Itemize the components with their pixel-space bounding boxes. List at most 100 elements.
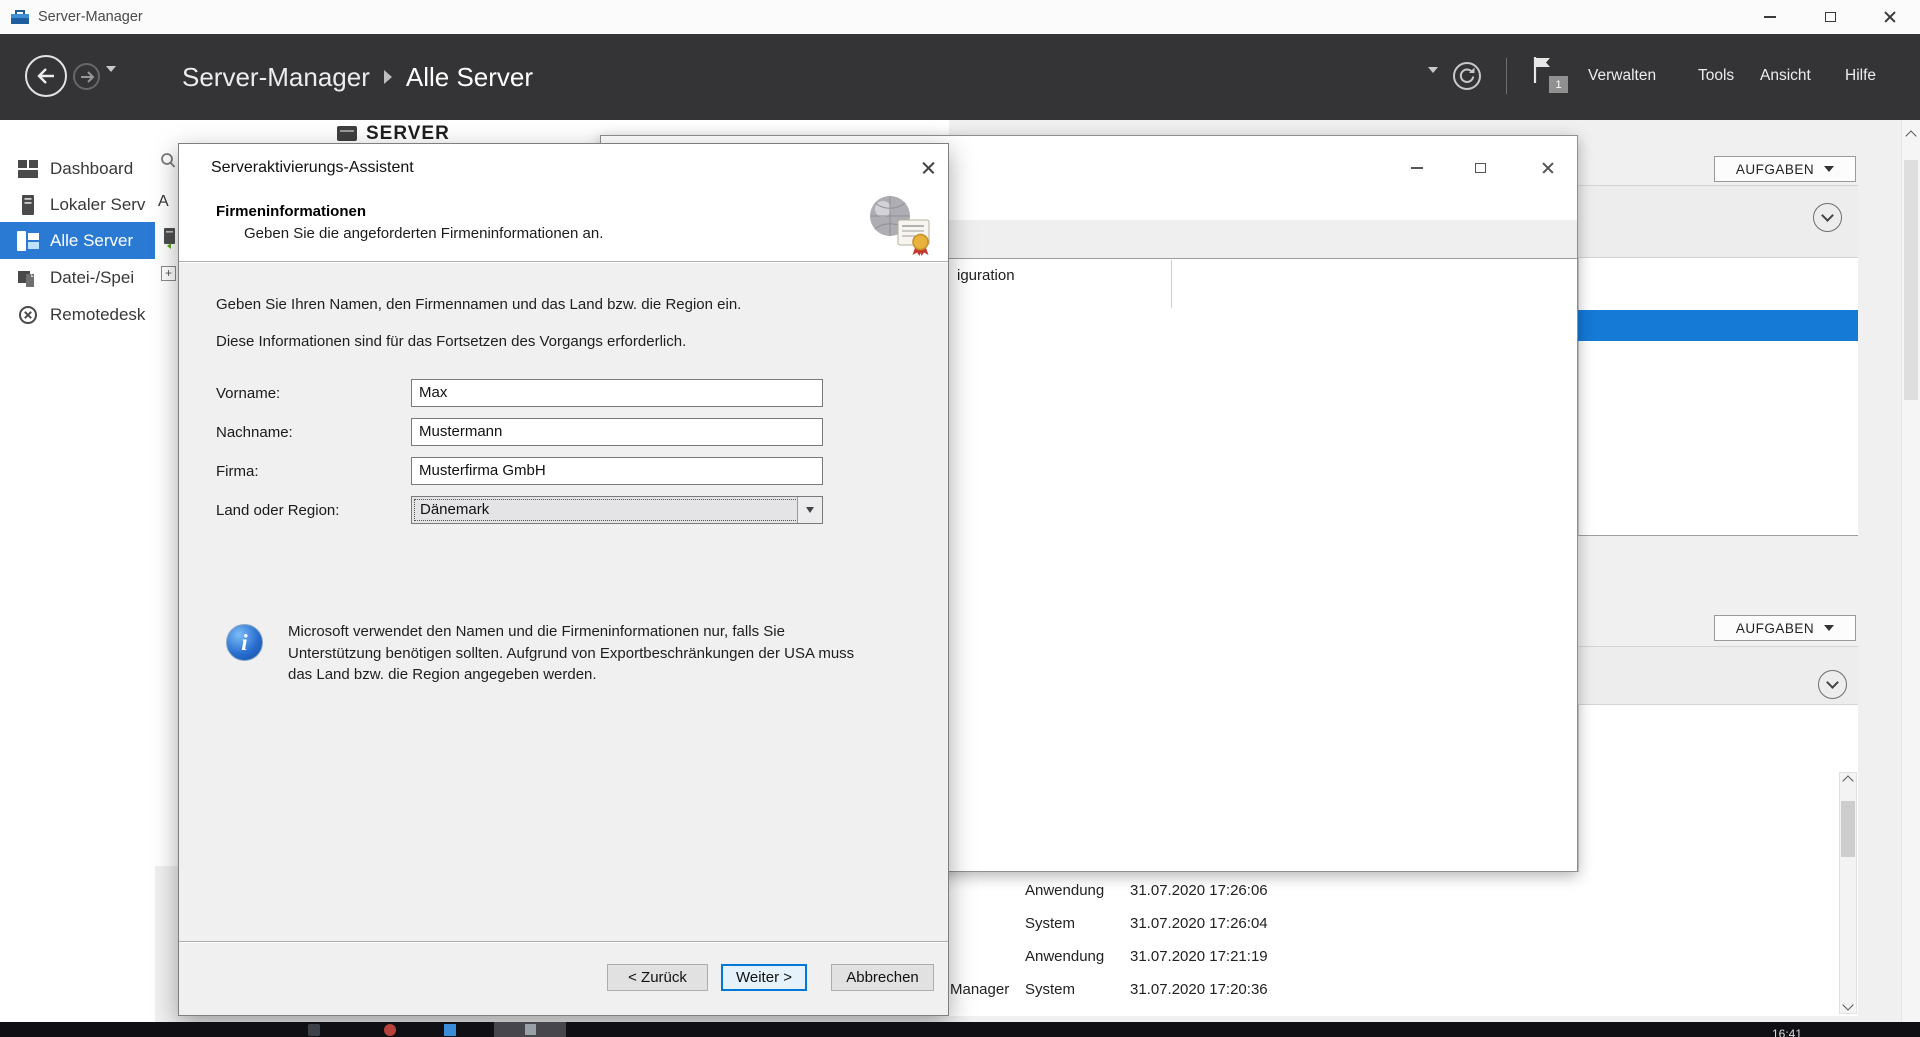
sidebar-item-datei-speicherdienste[interactable]: Datei-/Spei bbox=[0, 259, 155, 296]
lastname-label: Nachname: bbox=[216, 424, 293, 441]
dialog-subheading: Geben Sie die angeforderten Firmeninform… bbox=[244, 225, 603, 242]
menu-ansicht[interactable]: Ansicht bbox=[1760, 66, 1811, 86]
scroll-up-button[interactable] bbox=[1902, 120, 1920, 140]
menu-tools[interactable]: Tools bbox=[1698, 66, 1734, 86]
sidebar-item-label: Lokaler Serv bbox=[50, 195, 145, 215]
scrollbar-thumb[interactable] bbox=[1904, 160, 1918, 400]
minimize-icon bbox=[1764, 16, 1776, 18]
header-dropdown-caret[interactable] bbox=[1428, 73, 1438, 91]
menu-hilfe[interactable]: Hilfe bbox=[1845, 66, 1876, 86]
nav-history-dropdown[interactable] bbox=[106, 72, 116, 90]
info-icon: i bbox=[226, 624, 263, 661]
event-timestamp: 31.07.2020 17:21:19 bbox=[1130, 948, 1268, 966]
scroll-down-button[interactable] bbox=[1840, 1001, 1856, 1013]
sidebar-item-alle-server[interactable]: Alle Server bbox=[0, 222, 155, 259]
server-section-heading: SERVER bbox=[366, 123, 450, 143]
scroll-up-button[interactable] bbox=[1840, 773, 1856, 785]
maximize-button[interactable] bbox=[1800, 0, 1860, 34]
event-source: System bbox=[1025, 915, 1075, 933]
sidebar-item-label: Remotedesk bbox=[50, 305, 145, 325]
maximize-icon bbox=[1825, 12, 1836, 22]
main-scrollbar[interactable] bbox=[1901, 120, 1920, 1022]
dialog-heading: Firmeninformationen bbox=[216, 203, 366, 220]
sidebar-item-label: Alle Server bbox=[50, 231, 133, 251]
cancel-button[interactable]: Abbrechen bbox=[831, 964, 934, 991]
country-selected-value: Dänemark bbox=[412, 501, 489, 518]
refresh-button[interactable] bbox=[1452, 61, 1482, 96]
info-text-line: das Land bzw. die Region angegeben werde… bbox=[288, 664, 888, 686]
forward-button[interactable] bbox=[73, 63, 100, 90]
sidebar-item-label: Dashboard bbox=[50, 159, 133, 179]
tasks-button-upper[interactable]: AUFGABEN bbox=[1714, 156, 1856, 182]
close-button[interactable] bbox=[1860, 0, 1920, 34]
maximize-icon bbox=[1475, 163, 1486, 173]
lastname-field[interactable]: Mustermann bbox=[411, 418, 823, 446]
column-header-fragment: iguration bbox=[957, 267, 1015, 284]
os-titlebar: Server-Manager bbox=[0, 0, 1920, 34]
taskbar-app-icon[interactable] bbox=[308, 1024, 320, 1036]
taskbar-app-icon[interactable] bbox=[444, 1024, 456, 1036]
selected-server-row[interactable] bbox=[1578, 310, 1858, 341]
column-divider bbox=[1171, 260, 1172, 308]
info-text-line: Microsoft verwendet den Namen und die Fi… bbox=[288, 621, 888, 643]
taskbar-app-icon bbox=[525, 1024, 536, 1035]
scrollbar-thumb[interactable] bbox=[1841, 801, 1855, 857]
screen: Server-Manager Server-Manager Alle Serve… bbox=[0, 0, 1920, 1037]
taskbar bbox=[0, 1022, 1920, 1037]
event-prefix: Manager bbox=[950, 981, 1009, 999]
minimize-button[interactable] bbox=[1740, 0, 1800, 34]
events-scrollbar[interactable] bbox=[1839, 772, 1857, 1014]
collapse-button[interactable] bbox=[1813, 203, 1842, 232]
minimize-button[interactable] bbox=[1400, 154, 1434, 182]
sidebar-item-dashboard[interactable]: Dashboard bbox=[0, 150, 155, 187]
sidebar-item-lokaler-server[interactable]: Lokaler Serv bbox=[0, 186, 155, 223]
events-panel-right bbox=[1578, 705, 1858, 872]
collapse-button[interactable] bbox=[1818, 670, 1847, 699]
close-button[interactable] bbox=[1531, 154, 1565, 182]
back-button[interactable] bbox=[25, 55, 67, 97]
chevron-down-icon bbox=[1824, 625, 1834, 631]
breadcrumb-root[interactable]: Server-Manager bbox=[182, 62, 370, 93]
header-separator bbox=[179, 261, 948, 263]
breadcrumb-current[interactable]: Alle Server bbox=[406, 62, 533, 93]
event-timestamp: 31.07.2020 17:20:36 bbox=[1130, 981, 1268, 999]
next-button[interactable]: Weiter > bbox=[721, 964, 807, 991]
close-icon bbox=[921, 161, 935, 175]
all-servers-icon bbox=[16, 231, 40, 251]
dialog-intro-1: Geben Sie Ihren Namen, den Firmennamen u… bbox=[216, 296, 741, 313]
event-source: Anwendung bbox=[1025, 948, 1104, 966]
breadcrumb: Server-Manager Alle Server bbox=[182, 34, 533, 120]
maximize-button[interactable] bbox=[1463, 154, 1497, 182]
dialog-close-button[interactable] bbox=[907, 144, 948, 191]
firstname-field[interactable]: Max bbox=[411, 379, 823, 407]
chevron-up-icon bbox=[1905, 130, 1916, 141]
chevron-down-icon bbox=[106, 66, 116, 89]
sidebar-item-remotedesktopdienste[interactable]: Remotedesk bbox=[0, 296, 155, 333]
file-storage-icon bbox=[16, 269, 40, 287]
taskbar-clock[interactable]: 16:41 bbox=[1772, 1027, 1802, 1037]
taskbar-app-icon[interactable] bbox=[384, 1024, 396, 1036]
expand-plus-icon[interactable]: + bbox=[161, 266, 176, 281]
tasks-button-lower[interactable]: AUFGABEN bbox=[1714, 615, 1856, 641]
chevron-down-icon bbox=[1826, 676, 1839, 689]
combo-dropdown-button[interactable] bbox=[797, 497, 822, 523]
info-text: Microsoft verwendet den Namen und die Fi… bbox=[288, 621, 888, 686]
chevron-down-icon bbox=[1428, 67, 1438, 90]
search-icon bbox=[160, 152, 176, 175]
tasks-button-label: AUFGABEN bbox=[1736, 621, 1814, 636]
event-source: System bbox=[1025, 981, 1075, 999]
panel-header-lower bbox=[1578, 646, 1858, 705]
back-button[interactable]: < Zurück bbox=[607, 964, 708, 991]
dialog-header: Firmeninformationen Geben Sie die angefo… bbox=[179, 191, 948, 261]
forward-arrow-icon bbox=[79, 70, 95, 84]
taskbar-active-app-button[interactable] bbox=[494, 1022, 566, 1037]
company-field[interactable]: Musterfirma GmbH bbox=[411, 457, 823, 485]
window-title: Server-Manager bbox=[38, 0, 143, 34]
firstname-label: Vorname: bbox=[216, 385, 280, 402]
chevron-down-icon bbox=[806, 507, 814, 513]
dialog-titlebar: Serveraktivierungs-Assistent bbox=[179, 144, 948, 191]
close-icon bbox=[1883, 10, 1897, 24]
country-select[interactable]: Dänemark bbox=[411, 496, 823, 524]
notification-count-badge[interactable]: 1 bbox=[1549, 76, 1568, 93]
menu-verwalten[interactable]: Verwalten bbox=[1588, 66, 1656, 86]
